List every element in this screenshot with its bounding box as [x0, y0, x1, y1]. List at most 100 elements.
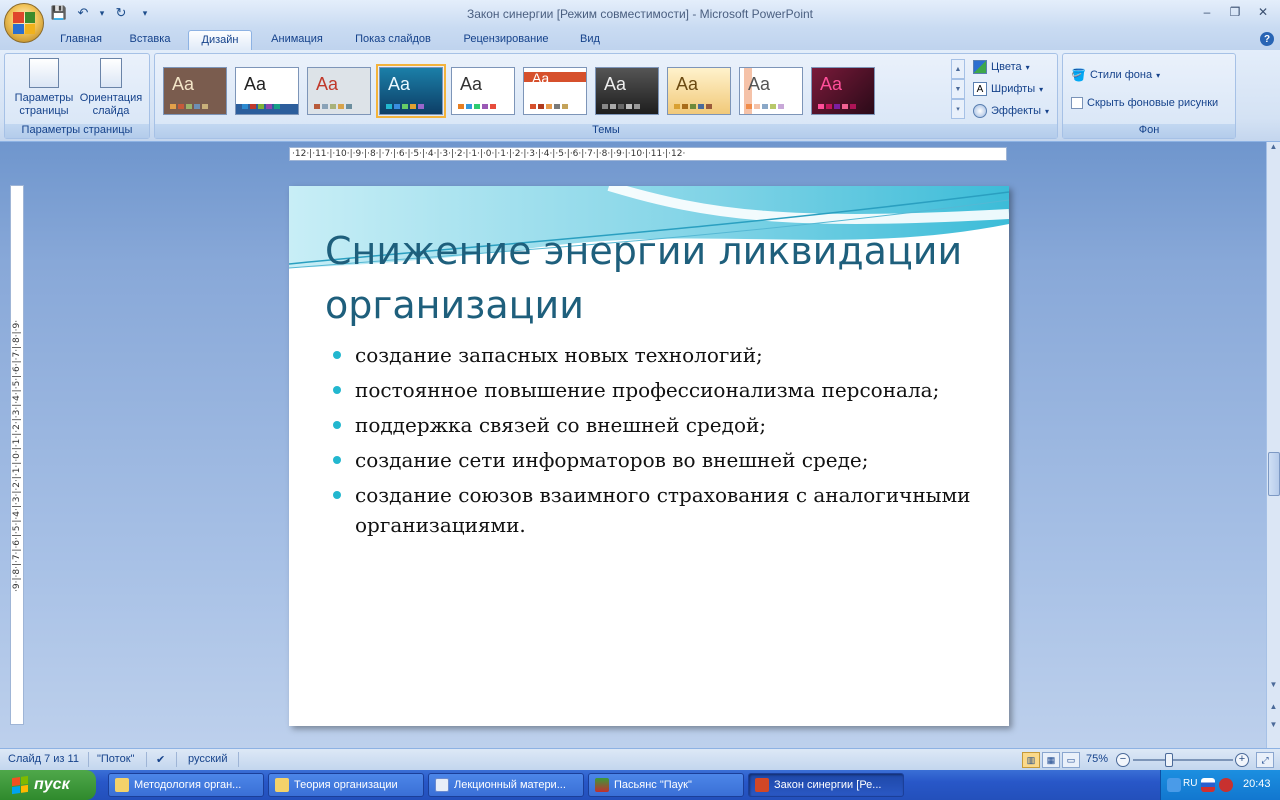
- language-tray-label[interactable]: RU: [1183, 778, 1197, 789]
- background-group: 🪣 Стили фона ▾ Скрыть фоновые рисунки Фон: [1062, 53, 1236, 139]
- bullet-text: создание запасных новых технологий;: [355, 343, 763, 367]
- vertical-scrollbar[interactable]: ▲ ▼ ▲ ▼: [1266, 142, 1280, 748]
- tab-animation[interactable]: Анимация: [258, 30, 336, 50]
- zoom-in-icon[interactable]: +: [1235, 753, 1249, 767]
- slide-orientation-button[interactable]: Ориентация слайда: [75, 58, 147, 118]
- title-bar: 💾 ↶ ▾ ↻ ▾ Закон синергии [Режим совмести…: [0, 0, 1280, 43]
- theme-thumbnail[interactable]: Aa: [235, 67, 299, 115]
- taskbar-item-label: Методология орган...: [134, 779, 242, 791]
- scroll-thumb[interactable]: [1268, 452, 1280, 496]
- bullet-text: постоянное повышение профессионализма пе…: [355, 378, 940, 402]
- colors-label: Цвета: [991, 61, 1022, 73]
- theme-thumbnail[interactable]: Aa: [163, 67, 227, 115]
- office-logo-icon: [13, 12, 35, 34]
- background-styles-button[interactable]: 🪣 Стили фона ▾: [1071, 68, 1160, 82]
- gallery-down-icon[interactable]: ▼: [951, 79, 965, 99]
- powerpoint-icon: [755, 778, 769, 792]
- scroll-up-icon[interactable]: ▲: [1267, 142, 1280, 156]
- hide-background-label: Скрыть фоновые рисунки: [1087, 97, 1219, 109]
- tab-review[interactable]: Рецензирование: [450, 30, 562, 50]
- horizontal-ruler-scale: ·12·|·11·|·10·|·9·|·8·|·7·|·6·|·5·|·4·|·…: [292, 149, 686, 159]
- bullet-dot-icon: [333, 351, 341, 359]
- bullet-item: создание запасных новых технологий;: [331, 340, 971, 370]
- close-button[interactable]: ✕: [1250, 2, 1276, 22]
- orientation-icon: [100, 58, 122, 88]
- fonts-icon: A: [973, 82, 987, 96]
- zoom-level[interactable]: 75%: [1086, 753, 1108, 765]
- system-tray: RU 20:43: [1160, 770, 1280, 800]
- help-icon[interactable]: ?: [1260, 32, 1274, 46]
- start-button[interactable]: пуск: [0, 770, 96, 800]
- theme-name: "Поток": [97, 753, 135, 765]
- office-button[interactable]: [4, 3, 44, 43]
- theme-thumbnail[interactable]: Aa: [811, 67, 875, 115]
- slide-sorter-button[interactable]: ▦: [1042, 752, 1060, 768]
- next-slide-icon[interactable]: ▼: [1267, 720, 1280, 734]
- antivirus-icon[interactable]: [1219, 778, 1233, 792]
- tab-insert[interactable]: Вставка: [116, 30, 184, 50]
- theme-thumbnail[interactable]: Aa: [595, 67, 659, 115]
- window-title: Закон синергии [Режим совместимости] - M…: [466, 7, 814, 21]
- flag-icon[interactable]: [1201, 778, 1215, 792]
- zoom-slider-thumb[interactable]: [1165, 753, 1173, 767]
- colors-icon: [973, 60, 987, 74]
- tab-design[interactable]: Дизайн: [188, 30, 252, 50]
- bullet-item: создание сети информаторов во внешней ср…: [331, 445, 971, 475]
- effects-label: Эффекты: [991, 105, 1042, 117]
- themes-group-label: Темы: [155, 124, 1057, 138]
- theme-thumbnail[interactable]: Aa: [667, 67, 731, 115]
- theme-thumbnail-selected[interactable]: Aa: [376, 64, 446, 118]
- taskbar-item-label: Пасьянс "Паук": [614, 779, 692, 791]
- normal-view-button[interactable]: ▥: [1022, 752, 1040, 768]
- restore-button[interactable]: ❐: [1222, 2, 1248, 22]
- taskbar-item[interactable]: Лекционный матери...: [428, 773, 584, 797]
- slide-number: Слайд 7 из 11: [8, 753, 79, 765]
- bullet-text: создание союзов взаимного страхования с …: [355, 483, 971, 537]
- minimize-button[interactable]: –: [1194, 2, 1220, 22]
- status-divider: [88, 752, 89, 767]
- theme-thumbnail[interactable]: Aa: [739, 67, 803, 115]
- themes-gallery-scroll: ▲ ▼ ▾: [951, 59, 965, 119]
- colors-button[interactable]: Цвета ▾: [973, 60, 1030, 74]
- gallery-up-icon[interactable]: ▲: [951, 59, 965, 79]
- previous-slide-icon[interactable]: ▲: [1267, 702, 1280, 716]
- bullet-item: постоянное повышение профессионализма пе…: [331, 375, 971, 405]
- theme-thumbnail[interactable]: Aa: [523, 67, 587, 115]
- bullet-text: поддержка связей со внешней средой;: [355, 413, 767, 437]
- bullet-item: создание союзов взаимного страхования с …: [331, 480, 971, 540]
- slide-bullet-list[interactable]: создание запасных новых технологий; пост…: [331, 340, 971, 545]
- tab-view[interactable]: Вид: [568, 30, 612, 50]
- network-icon[interactable]: [1167, 778, 1181, 792]
- bullet-dot-icon: [333, 386, 341, 394]
- page-setup-button[interactable]: Параметры страницы: [9, 58, 79, 118]
- taskbar-item[interactable]: Методология орган...: [108, 773, 264, 797]
- themes-group: Aa Aa Aa Aa Aa Aa Aa Aa Aa Aa ▲ ▼ ▾ Цвет…: [154, 53, 1058, 139]
- taskbar-item[interactable]: Пасьянс "Паук": [588, 773, 744, 797]
- theme-thumbnail[interactable]: Aa: [307, 67, 371, 115]
- slideshow-view-button[interactable]: ▭: [1062, 752, 1080, 768]
- taskbar-item[interactable]: Теория организации: [268, 773, 424, 797]
- taskbar-item-label: Закон синергии [Ре...: [774, 779, 882, 791]
- zoom-slider-track[interactable]: [1133, 759, 1233, 761]
- ribbon-tabs: Главная Вставка Дизайн Анимация Показ сл…: [0, 28, 1280, 50]
- checkbox-icon: [1071, 97, 1083, 109]
- fit-to-window-button[interactable]: ⤢: [1256, 752, 1274, 768]
- bullet-dot-icon: [333, 421, 341, 429]
- language-indicator[interactable]: русский: [188, 753, 227, 765]
- clock[interactable]: 20:43: [1243, 778, 1271, 790]
- start-label: пуск: [34, 776, 70, 793]
- hide-background-checkbox[interactable]: Скрыть фоновые рисунки: [1071, 97, 1218, 109]
- effects-button[interactable]: Эффекты ▾: [973, 104, 1049, 118]
- taskbar-item-active[interactable]: Закон синергии [Ре...: [748, 773, 904, 797]
- scroll-down-icon[interactable]: ▼: [1267, 680, 1280, 694]
- gallery-more-icon[interactable]: ▾: [951, 99, 965, 119]
- fonts-button[interactable]: A Шрифты ▾: [973, 82, 1043, 96]
- slide-title[interactable]: Снижение энергии ликвидации организации: [325, 224, 985, 332]
- windows-taskbar: пуск Методология орган... Теория организ…: [0, 770, 1280, 800]
- tab-slideshow[interactable]: Показ слайдов: [342, 30, 444, 50]
- tab-home[interactable]: Главная: [48, 30, 114, 50]
- theme-thumbnail[interactable]: Aa: [451, 67, 515, 115]
- spellcheck-icon[interactable]: ✔: [156, 753, 165, 766]
- slide-canvas[interactable]: Снижение энергии ликвидации организации …: [289, 186, 1009, 726]
- zoom-out-icon[interactable]: −: [1116, 753, 1130, 767]
